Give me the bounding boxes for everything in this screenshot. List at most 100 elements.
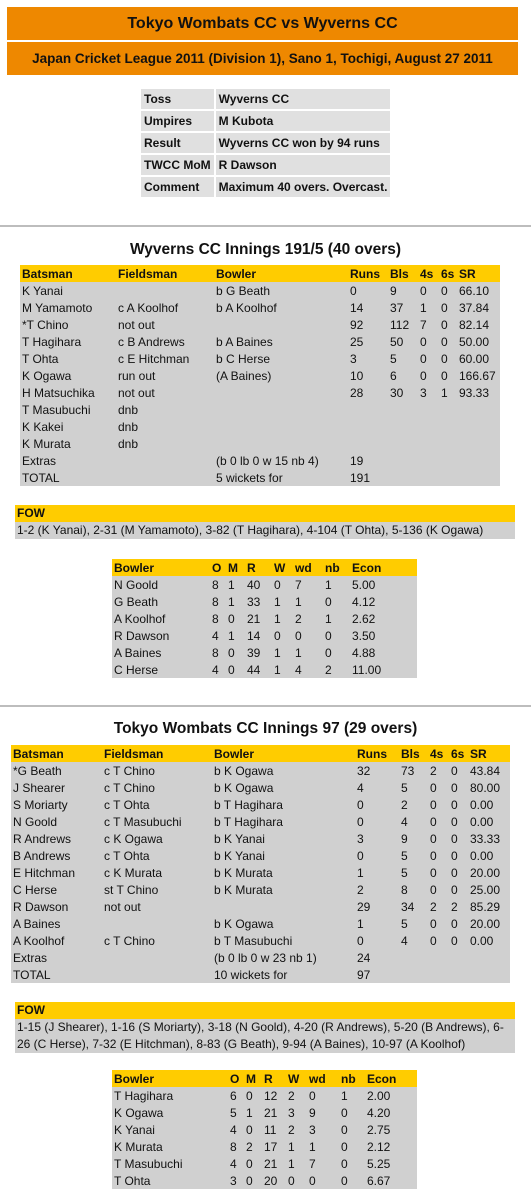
cell-sr: 82.14	[459, 317, 490, 332]
cell-fieldsman: c T Ohta	[104, 797, 150, 812]
cell-w: 1	[274, 594, 281, 609]
cell-econ: 5.00	[352, 577, 376, 592]
cell-nb: 1	[325, 611, 332, 626]
column-header: 4s	[428, 745, 449, 762]
info-row: Toss Wyverns CC	[141, 89, 391, 109]
cell-bls	[388, 452, 418, 469]
cell-4s: 0	[420, 334, 427, 349]
cell-bowler: b K Yanai	[214, 831, 265, 846]
bowling-header-row: Bowler O M R Wwd nb Econ	[112, 1070, 417, 1087]
batting-row: TOTAL 10 wickets for 97	[11, 966, 510, 983]
cell-runs: 2	[357, 882, 364, 897]
cell-fieldsman: not out	[118, 317, 155, 332]
cell-runs: 19	[350, 453, 364, 468]
cell-bowler	[214, 401, 348, 418]
column-header: Bowler	[112, 559, 210, 576]
cell-4s: 0	[430, 780, 437, 795]
cell-wd: 0	[309, 1088, 316, 1103]
cell-fieldsman: c T Chino	[104, 780, 155, 795]
cell-fieldsman	[116, 282, 214, 299]
cell-batsman: K Yanai	[22, 283, 63, 298]
bowling-row: A Baines 8 0 39 1 1 0 4.88	[112, 644, 417, 661]
cell-batsman: T Hagihara	[22, 334, 82, 349]
cell-fieldsman: c K Ogawa	[104, 831, 163, 846]
column-header: W	[272, 559, 293, 576]
batting-row: R Andrews c K Ogawa b K Yanai 3 9 0 0 33.33	[11, 830, 510, 847]
cell-r: 17	[264, 1139, 278, 1154]
cell-batsman: C Herse	[13, 882, 58, 897]
cell-r: 21	[247, 611, 261, 626]
cell-4s: 0	[430, 797, 437, 812]
cell-fieldsman: c T Ohta	[104, 848, 150, 863]
cell-wd: 0	[309, 1173, 316, 1188]
cell-m: 0	[228, 611, 235, 626]
cell-6s: 0	[451, 882, 458, 897]
batting-table: Batsman Fieldsman Bowler Runs Bls 4s 6s SR *G B…	[11, 745, 510, 983]
batting-header-row: Batsman Fieldsman Bowler Runs Bls 4s 6s SR	[20, 265, 500, 282]
cell-bls	[388, 469, 418, 486]
cell-batsman: H Matsuchika	[22, 385, 95, 400]
cell-6s	[439, 418, 457, 435]
cell-runs: 1	[357, 865, 364, 880]
cell-w: 0	[288, 1173, 295, 1188]
cell-batsman: R Andrews	[13, 831, 72, 846]
cell-bowler: b G Beath	[216, 283, 271, 298]
cell-wd: 1	[295, 594, 302, 609]
cell-bowler: C Herse	[114, 662, 159, 677]
cell-fieldsman: st T Chino	[104, 882, 159, 897]
cell-6s	[449, 949, 468, 966]
cell-fieldsman: c T Masubuchi	[104, 814, 182, 829]
cell-4s: 1	[420, 300, 427, 315]
batting-table: Batsman Fieldsman Bowler Runs Bls 4s 6s SR K Ya…	[20, 265, 500, 486]
cell-bowler: 10 wickets for	[214, 967, 288, 982]
batting-row: K Murata dnb	[20, 435, 500, 452]
cell-fieldsman	[102, 966, 212, 983]
cell-sr: 20.00	[470, 865, 501, 880]
bowling-row: K Yanai 4 0 11 2 3 0 2.75	[112, 1121, 417, 1138]
cell-fieldsman	[116, 469, 214, 486]
column-header: Batsman	[20, 265, 116, 282]
cell-bls: 6	[390, 368, 397, 383]
cell-batsman: S Moriarty	[13, 797, 68, 812]
fow-box: FOW 1-2 (K Yanai), 2-31 (M Yamamoto), 3-…	[15, 505, 515, 539]
cell-runs: 92	[350, 317, 364, 332]
cell-bowler: A Koolhof	[114, 611, 166, 626]
cell-o: 8	[212, 577, 219, 592]
cell-r: 20	[264, 1173, 278, 1188]
cell-runs	[348, 401, 388, 418]
cell-sr: 0.00	[470, 933, 494, 948]
cell-o: 8	[212, 594, 219, 609]
fow-label: FOW	[15, 1002, 515, 1019]
cell-6s: 0	[451, 865, 458, 880]
cell-batsman: B Andrews	[13, 848, 71, 863]
cell-m: 0	[246, 1173, 253, 1188]
cell-6s: 0	[441, 317, 448, 332]
cell-w: 2	[288, 1122, 295, 1137]
cell-o: 6	[230, 1088, 237, 1103]
cell-batsman: K Murata	[22, 436, 71, 451]
cell-bowler: T Masubuchi	[114, 1156, 183, 1171]
cell-4s: 3	[420, 385, 427, 400]
cell-runs: 0	[357, 797, 364, 812]
batting-row: Extras (b 0 lb 0 w 23 nb 1) 24	[11, 949, 510, 966]
cell-bls: 5	[401, 916, 408, 931]
bowling-row: C Herse 4 0 44 1 4 2 11.00	[112, 661, 417, 678]
cell-batsman: *T Chino	[22, 317, 69, 332]
cell-6s: 2	[451, 899, 458, 914]
batting-row: K Kakei dnb	[20, 418, 500, 435]
cell-sr: 50.00	[459, 334, 490, 349]
cell-bowler: b T Masubuchi	[214, 933, 293, 948]
cell-bls: 34	[401, 899, 415, 914]
cell-runs	[348, 418, 388, 435]
cell-6s: 0	[441, 283, 448, 298]
column-header: SR	[468, 745, 510, 762]
cell-sr	[468, 966, 510, 983]
cell-batsman: K Kakei	[22, 419, 64, 434]
cell-runs: 14	[350, 300, 364, 315]
batting-row: C Herse st T Chino b K Murata 2 8 0 0 25.00	[11, 881, 510, 898]
info-label: TWCC MoM	[141, 155, 214, 175]
cell-runs: 4	[357, 780, 364, 795]
cell-bls	[388, 418, 418, 435]
batting-header-row: Batsman Fieldsman Bowler Runs Bls 4s 6s SR	[11, 745, 510, 762]
batting-row: *G Beath c T Chino b K Ogawa 32 73 2 0 43.84	[11, 762, 510, 779]
